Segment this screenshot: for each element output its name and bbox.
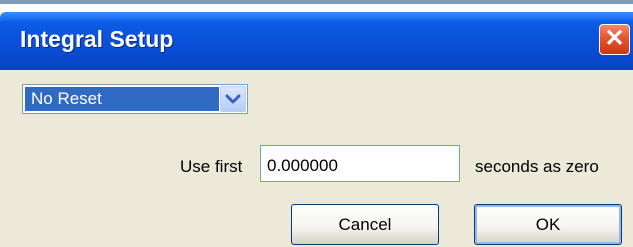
cancel-button[interactable]: Cancel — [291, 204, 439, 245]
use-first-label: Use first — [180, 157, 243, 176]
title-bar[interactable]: Integral Setup ✕ — [0, 12, 633, 70]
close-icon: ✕ — [604, 25, 625, 52]
chevron-down-icon — [225, 94, 241, 104]
close-button[interactable]: ✕ — [599, 24, 630, 55]
background-strip — [0, 0, 633, 12]
dropdown-arrow-button[interactable] — [220, 86, 246, 112]
integral-setup-dialog: Integral Setup ✕ No Reset Use first seco… — [0, 12, 633, 247]
reset-mode-value: No Reset — [25, 87, 219, 111]
background-band — [0, 0, 633, 4]
ok-button[interactable]: OK — [474, 204, 622, 245]
dialog-title: Integral Setup — [20, 26, 174, 52]
reset-mode-select[interactable]: No Reset — [22, 84, 248, 114]
zero-offset-input[interactable] — [260, 145, 460, 182]
seconds-as-zero-label: seconds as zero — [475, 157, 599, 176]
